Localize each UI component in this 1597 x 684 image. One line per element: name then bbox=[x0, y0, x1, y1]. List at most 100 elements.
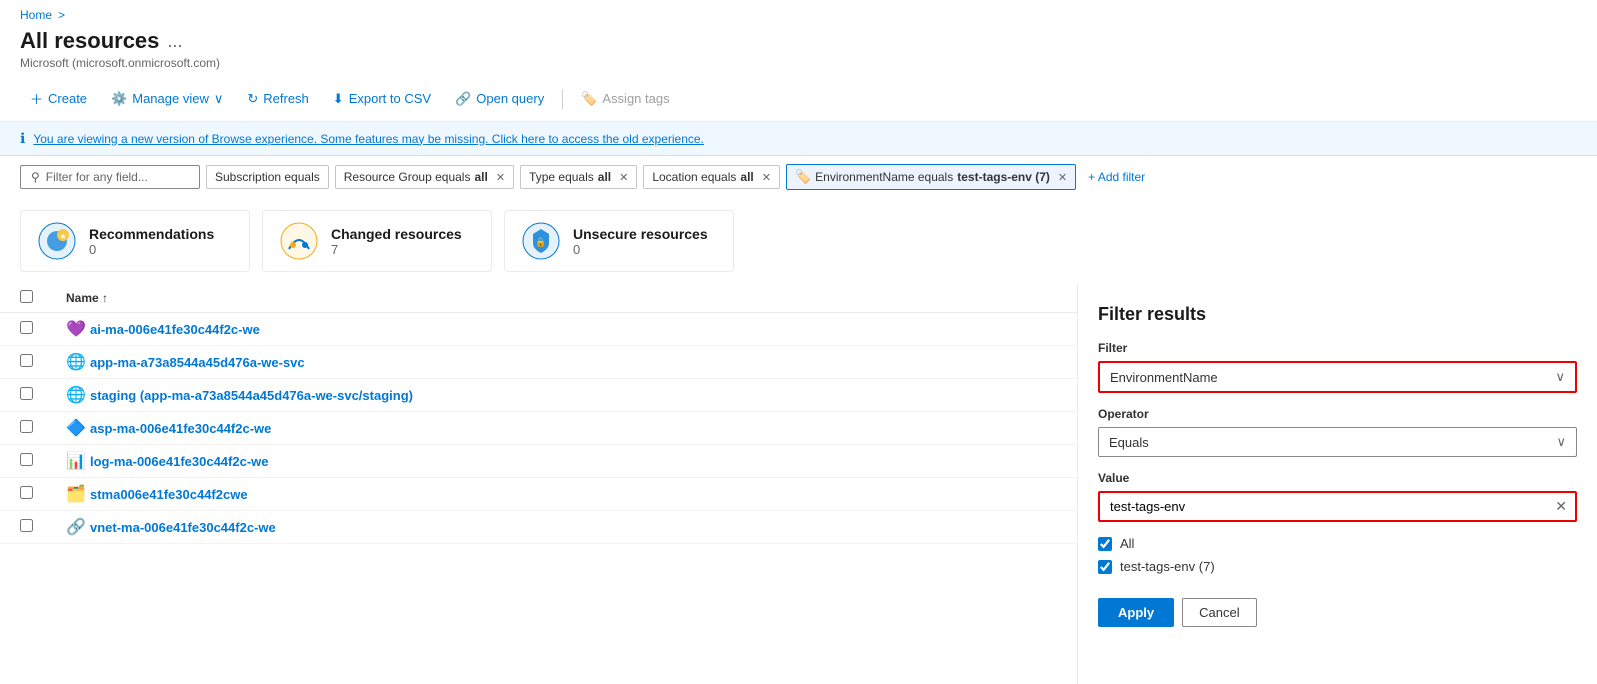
checkbox-env-input[interactable] bbox=[1098, 560, 1112, 574]
toolbar: ＋ Create ⚙️ Manage view ∨ ↻ Refresh ⬇ Ex… bbox=[0, 76, 1597, 122]
operator-field-label: Operator bbox=[1098, 407, 1577, 421]
row-checkbox-2[interactable] bbox=[20, 387, 50, 403]
type-filter-remove[interactable]: ✕ bbox=[619, 171, 628, 184]
changed-resources-count: 7 bbox=[331, 242, 462, 257]
export-button[interactable]: ⬇ Export to CSV bbox=[323, 86, 441, 112]
location-filter-remove[interactable]: ✕ bbox=[762, 171, 771, 184]
checkbox-env-label: test-tags-env (7) bbox=[1120, 559, 1215, 574]
recommendations-icon: ★ bbox=[37, 221, 77, 261]
toolbar-divider bbox=[562, 89, 563, 109]
changed-resources-text: Changed resources 7 bbox=[331, 226, 462, 257]
page-header: All resources ... Microsoft (microsoft.o… bbox=[0, 26, 1597, 76]
apply-button[interactable]: Apply bbox=[1098, 598, 1174, 627]
value-clear-icon[interactable]: ✕ bbox=[1547, 494, 1575, 519]
export-icon: ⬇ bbox=[333, 91, 344, 107]
filter-chevron-icon: ∨ bbox=[1555, 369, 1565, 385]
operator-select-value: Equals bbox=[1109, 435, 1149, 450]
env-filter-bold: test-tags-env (7) bbox=[957, 170, 1050, 184]
row-icon-0: 💜 bbox=[66, 319, 86, 339]
manage-view-button[interactable]: ⚙️ Manage view ∨ bbox=[101, 86, 233, 112]
value-field-label: Value bbox=[1098, 471, 1577, 485]
main-content: Name ↑ Type 💜 ai-ma-006e41fe30c44f2c-we … bbox=[0, 284, 1597, 544]
resource-group-filter-remove[interactable]: ✕ bbox=[496, 171, 505, 184]
select-all-checkbox[interactable] bbox=[20, 290, 33, 303]
filter-select[interactable]: EnvironmentName ∨ bbox=[1098, 361, 1577, 393]
row-icon-5: 🗂️ bbox=[66, 484, 86, 504]
panel-footer: Apply Cancel bbox=[1098, 598, 1577, 627]
checkbox-all: All bbox=[1098, 532, 1577, 555]
recommendations-text: Recommendations 0 bbox=[89, 226, 214, 257]
unsecure-resources-count: 0 bbox=[573, 242, 708, 257]
filter-panel-title: Filter results bbox=[1098, 304, 1577, 325]
row-icon-6: 🔗 bbox=[66, 517, 86, 537]
recommendations-label: Recommendations bbox=[89, 226, 214, 242]
info-icon: ℹ bbox=[20, 130, 25, 147]
checkbox-all-label: All bbox=[1120, 536, 1134, 551]
row-checkbox-1[interactable] bbox=[20, 354, 50, 370]
filter-placeholder: Filter for any field... bbox=[46, 170, 148, 184]
value-input-container: ✕ bbox=[1098, 491, 1577, 522]
row-icon-4: 📊 bbox=[66, 451, 86, 471]
gear-icon: ⚙️ bbox=[111, 91, 127, 107]
subscription-filter-tag[interactable]: Subscription equals bbox=[206, 165, 329, 189]
row-checkbox-5[interactable] bbox=[20, 486, 50, 502]
changed-resources-card[interactable]: Changed resources 7 bbox=[262, 210, 492, 272]
svg-text:🔒: 🔒 bbox=[535, 237, 546, 247]
resource-group-filter-label: Resource Group equals bbox=[344, 170, 471, 184]
recommendations-card[interactable]: ★ Recommendations 0 bbox=[20, 210, 250, 272]
row-checkbox-0[interactable] bbox=[20, 321, 50, 337]
row-checkbox-6[interactable] bbox=[20, 519, 50, 535]
svg-text:★: ★ bbox=[59, 232, 66, 241]
env-filter-remove[interactable]: ✕ bbox=[1058, 171, 1067, 184]
operator-field-group: Operator Equals ∨ bbox=[1098, 407, 1577, 457]
filter-bar: ⚲ Filter for any field... Subscription e… bbox=[0, 156, 1597, 198]
cancel-button[interactable]: Cancel bbox=[1182, 598, 1256, 627]
resource-group-filter-bold: all bbox=[474, 170, 487, 184]
env-filter-tag[interactable]: 🏷️ EnvironmentName equals test-tags-env … bbox=[786, 164, 1076, 190]
type-filter-tag[interactable]: Type equals all ✕ bbox=[520, 165, 637, 189]
cards-row: ★ Recommendations 0 Changed resources 7 bbox=[0, 198, 1597, 284]
unsecure-resources-card[interactable]: 🔒 Unsecure resources 0 bbox=[504, 210, 734, 272]
row-icon-1: 🌐 bbox=[66, 352, 86, 372]
subscription-filter-label: Subscription equals bbox=[215, 170, 320, 184]
more-options-icon[interactable]: ... bbox=[167, 31, 182, 52]
info-banner-link[interactable]: You are viewing a new version of Browse … bbox=[33, 132, 704, 146]
refresh-button[interactable]: ↻ Refresh bbox=[237, 86, 318, 112]
create-button[interactable]: ＋ Create bbox=[20, 84, 97, 113]
breadcrumb-sep: > bbox=[58, 8, 65, 22]
add-filter-button[interactable]: + Add filter bbox=[1082, 166, 1151, 188]
create-icon: ＋ bbox=[30, 89, 43, 108]
env-filter-label: EnvironmentName equals bbox=[815, 170, 953, 184]
unsecure-resources-icon: 🔒 bbox=[521, 221, 561, 261]
recommendations-count: 0 bbox=[89, 242, 214, 257]
row-checkbox-3[interactable] bbox=[20, 420, 50, 436]
env-filter-icon: 🏷️ bbox=[795, 169, 811, 185]
value-checkbox-list: All test-tags-env (7) bbox=[1098, 532, 1577, 578]
row-checkbox-4[interactable] bbox=[20, 453, 50, 469]
query-icon: 🔗 bbox=[455, 91, 471, 107]
type-filter-bold: all bbox=[598, 170, 611, 184]
refresh-icon: ↻ bbox=[247, 91, 258, 107]
row-icon-2: 🌐 bbox=[66, 385, 86, 405]
page-subtitle: Microsoft (microsoft.onmicrosoft.com) bbox=[20, 56, 1577, 70]
value-input[interactable] bbox=[1100, 493, 1547, 520]
checkbox-all-input[interactable] bbox=[1098, 537, 1112, 551]
value-field-group: Value ✕ All test-tags-env (7) bbox=[1098, 471, 1577, 578]
type-filter-label: Type equals bbox=[529, 170, 594, 184]
filter-field-group: Filter EnvironmentName ∨ bbox=[1098, 341, 1577, 393]
operator-select[interactable]: Equals ∨ bbox=[1098, 427, 1577, 457]
open-query-button[interactable]: 🔗 Open query bbox=[445, 86, 554, 112]
location-filter-bold: all bbox=[740, 170, 753, 184]
assign-tags-button[interactable]: 🏷️ Assign tags bbox=[571, 86, 679, 112]
filter-icon: ⚲ bbox=[31, 170, 40, 184]
location-filter-tag[interactable]: Location equals all ✕ bbox=[643, 165, 780, 189]
home-link[interactable]: Home bbox=[20, 8, 52, 22]
filter-select-value: EnvironmentName bbox=[1110, 370, 1218, 385]
filter-input[interactable]: ⚲ Filter for any field... bbox=[20, 165, 200, 189]
tag-icon: 🏷️ bbox=[581, 91, 597, 107]
filter-field-label: Filter bbox=[1098, 341, 1577, 355]
resource-group-filter-tag[interactable]: Resource Group equals all ✕ bbox=[335, 165, 514, 189]
filter-panel: Filter results Filter EnvironmentName ∨ … bbox=[1077, 284, 1597, 684]
location-filter-label: Location equals bbox=[652, 170, 736, 184]
changed-resources-label: Changed resources bbox=[331, 226, 462, 242]
